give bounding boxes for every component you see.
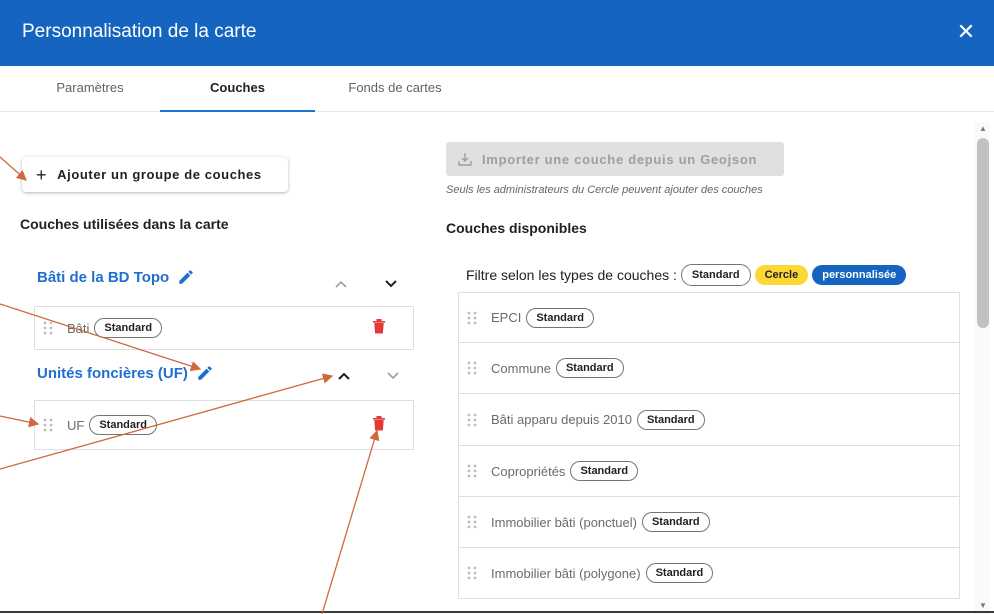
pencil-icon[interactable]	[196, 364, 214, 382]
chevron-down-icon[interactable]	[385, 368, 401, 384]
layer-name: Copropriétés	[491, 463, 566, 479]
import-geojson-label: Importer une couche depuis un Geojson	[482, 151, 758, 167]
tab-bar: Paramètres Couches Fonds de cartes	[0, 66, 994, 112]
layer-name: Immobilier bâti (ponctuel)	[491, 514, 637, 530]
layer-type-chip: Standard	[641, 512, 710, 532]
plus-icon: +	[36, 164, 48, 185]
used-layer-row[interactable]: UF Standard	[34, 400, 414, 450]
layer-name: UF	[67, 417, 85, 433]
filter-chip-cercle[interactable]: Cercle	[754, 265, 809, 285]
annotation-arrow	[321, 429, 380, 614]
layer-type-chip: Standard	[636, 409, 705, 430]
drag-handle-icon[interactable]	[467, 413, 477, 427]
annotation-arrow	[0, 415, 40, 428]
available-layer-row[interactable]: EPCI Standard	[458, 292, 960, 343]
available-layer-row[interactable]: Immobilier bâti (polygone) Standard	[458, 547, 960, 599]
tab-parametres[interactable]: Paramètres	[20, 66, 160, 112]
layer-type-chip: Standard	[645, 563, 714, 583]
scrollbar-thumb[interactable]	[977, 138, 989, 328]
dialog-title: Personnalisation de la carte	[22, 21, 257, 42]
layer-name: EPCI	[491, 310, 522, 325]
chevron-down-icon[interactable]	[383, 276, 399, 292]
drag-handle-icon[interactable]	[467, 311, 477, 325]
dialog-header: Personnalisation de la carte ✕	[0, 0, 994, 66]
bottom-divider	[0, 611, 994, 613]
layer-name: Commune	[491, 360, 551, 376]
drag-handle-icon[interactable]	[467, 515, 477, 529]
used-layer-row[interactable]: Bâti Standard	[34, 306, 414, 350]
import-note: Seuls les administrateurs du Cercle peuv…	[446, 184, 763, 196]
import-icon	[458, 153, 472, 166]
import-geojson-button[interactable]: Importer une couche depuis un Geojson	[446, 142, 784, 176]
used-layers-heading: Couches utilisées dans la carte	[20, 216, 229, 232]
layer-type-chip: Standard	[526, 307, 595, 328]
available-layer-row[interactable]: Bâti apparu depuis 2010 Standard	[458, 393, 960, 446]
layer-type-chip: Standard	[570, 461, 639, 481]
drag-handle-icon[interactable]	[467, 361, 477, 375]
available-layers-list: EPCI Standard Commune Standard Bâti appa…	[458, 292, 961, 614]
chevron-up-icon[interactable]	[336, 368, 352, 384]
layer-name: Bâti	[67, 320, 90, 336]
layer-group-name: Unités foncières (UF)	[37, 364, 188, 382]
drag-handle-icon[interactable]	[467, 464, 477, 478]
drag-handle-icon[interactable]	[467, 566, 477, 580]
drag-handle-icon[interactable]	[43, 321, 53, 335]
available-layer-row[interactable]: Immobilier bâti (ponctuel) Standard	[458, 496, 960, 548]
active-tab-indicator	[160, 110, 315, 112]
layer-type-chip: Standard	[555, 358, 624, 378]
delete-icon[interactable]	[372, 318, 386, 334]
layer-type-chip: Standard	[89, 415, 158, 435]
filter-chip-standard[interactable]: Standard	[680, 264, 751, 286]
filter-label: Filtre selon les types de couches :	[466, 267, 677, 283]
tab-fonds-de-cartes[interactable]: Fonds de cartes	[315, 66, 475, 112]
layer-group-title[interactable]: Unités foncières (UF)	[37, 364, 214, 382]
close-icon[interactable]: ✕	[956, 20, 976, 44]
layer-group-title[interactable]: Bâti de la BD Topo	[37, 268, 195, 286]
pencil-icon[interactable]	[177, 268, 195, 286]
add-layer-group-label: Ajouter un groupe de couches	[57, 167, 262, 182]
add-layer-group-button[interactable]: + Ajouter un groupe de couches	[22, 157, 288, 192]
delete-icon[interactable]	[372, 415, 386, 431]
filter-chip-personnalisee[interactable]: personnalisée	[812, 265, 907, 285]
drag-handle-icon[interactable]	[43, 418, 53, 432]
layer-name: Bâti apparu depuis 2010	[491, 412, 632, 427]
chevron-up-icon[interactable]	[333, 276, 349, 292]
scroll-up-icon[interactable]: ▲	[978, 124, 988, 133]
layer-type-filter: Filtre selon les types de couches : Stan…	[466, 264, 910, 286]
available-layer-row[interactable]: Copropriétés Standard	[458, 445, 960, 497]
layer-group-name: Bâti de la BD Topo	[37, 268, 170, 286]
available-layers-heading: Couches disponibles	[446, 220, 587, 236]
scroll-down-icon[interactable]: ▼	[978, 601, 988, 610]
available-layer-row[interactable]: Commune Standard	[458, 342, 960, 394]
layer-name: Immobilier bâti (polygone)	[491, 565, 641, 581]
layer-type-chip: Standard	[94, 318, 163, 338]
tab-couches[interactable]: Couches	[160, 66, 315, 112]
